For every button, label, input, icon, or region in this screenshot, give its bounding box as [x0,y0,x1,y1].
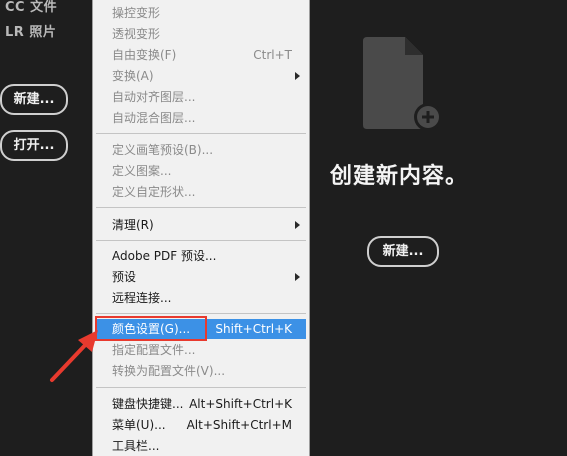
menu-separator [96,133,306,134]
menu-item-define-custom-shape[interactable]: 定义自定形状... [96,182,306,202]
menu-item-keyboard-shortcuts[interactable]: 键盘快捷键... Alt+Shift+Ctrl+K [96,394,306,414]
menu-item-define-pattern[interactable]: 定义图案... [96,161,306,181]
menu-item-convert-to-profile[interactable]: 转换为配置文件(V)... [96,361,306,381]
lr-photos-link[interactable]: LR 照片 [5,21,56,40]
menu-item-free-transform[interactable]: 自由变换(F) Ctrl+T [96,45,306,65]
submenu-arrow-icon [295,72,300,80]
annotation-arrow-icon [50,330,98,382]
menu-item-auto-blend-layers[interactable]: 自动混合图层... [96,108,306,128]
submenu-arrow-icon [295,273,300,281]
menu-item-assign-profile[interactable]: 指定配置文件... [96,340,306,360]
menu-item-auto-align-layers[interactable]: 自动对齐图层... [96,87,306,107]
menu-item-adobe-pdf-presets[interactable]: Adobe PDF 预设... [96,246,306,266]
menu-item-purge[interactable]: 清理(R) [96,215,306,235]
left-new-button[interactable]: 新建... [0,84,68,115]
home-left-panel: CC 文件 LR 照片 新建... 打开... [0,0,92,456]
welcome-title: 创建新内容。 [330,164,469,189]
menu-separator [96,313,306,314]
annotation-highlight-box [95,316,207,341]
menu-item-presets[interactable]: 预设 [96,267,306,287]
left-open-button[interactable]: 打开... [0,130,68,161]
menu-item-puppet-warp[interactable]: 操控变形 [96,3,306,23]
menu-separator [96,240,306,241]
menu-separator [96,387,306,388]
menu-item-menus[interactable]: 菜单(U)... Alt+Shift+Ctrl+M [96,415,306,435]
menu-item-perspective-warp[interactable]: 透视变形 [96,24,306,44]
welcome-new-button[interactable]: 新建... [367,236,439,267]
menu-item-toolbar[interactable]: 工具栏... [96,436,306,456]
menu-item-define-brush-preset[interactable]: 定义画笔预设(B)... [96,140,306,160]
menu-item-remote-connections[interactable]: 远程连接... [96,288,306,308]
menu-item-transform[interactable]: 变换(A) [96,66,306,86]
submenu-arrow-icon [295,221,300,229]
menu-separator [96,207,306,208]
cc-files-link[interactable]: CC 文件 [5,0,57,15]
new-document-icon [363,37,439,131]
edit-menu: 操控变形 透视变形 自由变换(F) Ctrl+T 变换(A) 自动对齐图层... … [92,0,310,456]
